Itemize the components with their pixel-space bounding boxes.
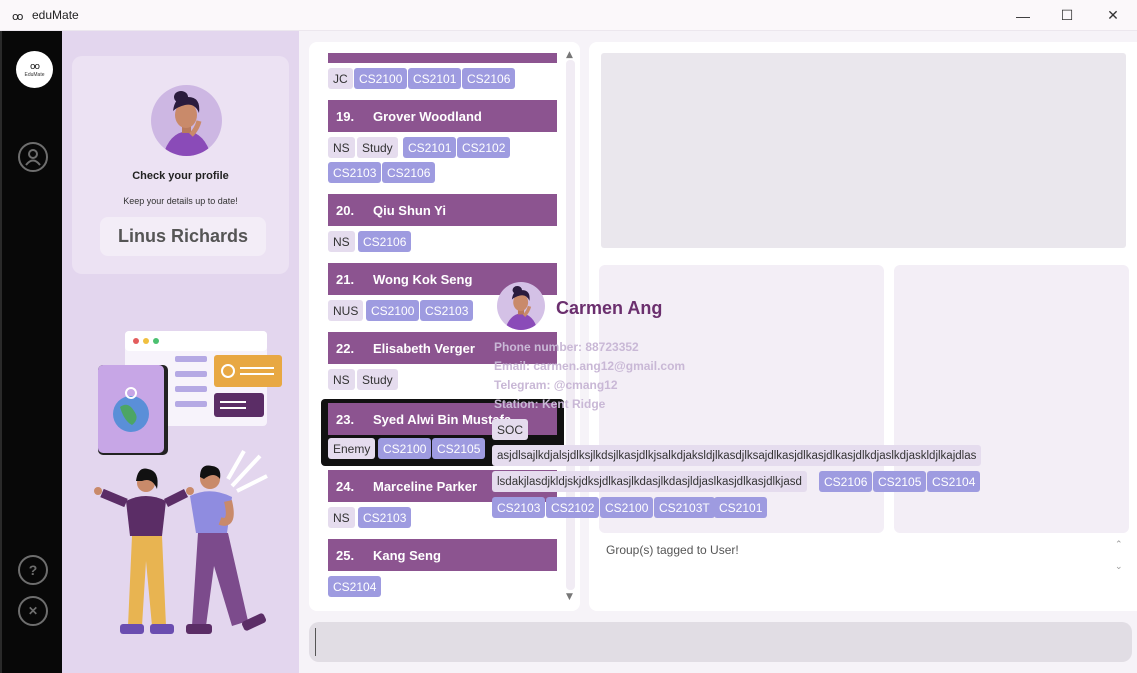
list-item-name: Wong Kok Seng (373, 271, 473, 287)
list-item-name: Grover Woodland (373, 108, 482, 124)
tag: Enemy (328, 438, 376, 459)
tag: CS2103 (420, 300, 474, 321)
close-button[interactable]: ✕ (1090, 0, 1136, 31)
list-item-index: 24. (336, 478, 355, 494)
list-item-index: 19. (336, 108, 355, 124)
tag: CS2105 (873, 471, 927, 492)
tag: NUS (328, 300, 364, 321)
tag: CS2103 (328, 162, 382, 183)
logo-text: EduMate (24, 71, 45, 78)
glasses-icon: oo (29, 61, 40, 72)
list-item-index: 25. (336, 547, 355, 563)
list-item-index: 22. (336, 340, 355, 356)
tag: CS2100 (600, 497, 654, 518)
user-name-button[interactable]: Linus Richards (100, 217, 266, 256)
help-icon[interactable]: ? (18, 555, 48, 585)
tag: CS2106 (382, 162, 436, 183)
tag: NS (328, 507, 355, 528)
tag: CS2101 (714, 497, 768, 518)
tag: CS2102 (546, 497, 600, 518)
detail-telegram: Telegram: @cmang12 (494, 378, 618, 392)
tag: NS (328, 231, 355, 252)
list-item-name: Qiu Shun Yi (373, 202, 446, 218)
detail-email: Email: carmen.ang12@gmail.com (494, 359, 686, 373)
minimize-button[interactable]: — (1000, 0, 1046, 31)
window-title: eduMate (32, 8, 79, 22)
list-item-name: Kang Seng (373, 547, 441, 563)
detail-name: Carmen Ang (556, 298, 663, 318)
tag: CS2104 (328, 576, 382, 597)
tag: CS2106 (358, 231, 412, 252)
chevron-up-icon[interactable]: ⌃ (1115, 540, 1123, 550)
detail-avatar (497, 282, 545, 330)
list-item-name: Syed Alwi Bin Mustafa (373, 411, 512, 427)
tag: CS2100 (378, 438, 432, 459)
list-item-name: Elisabeth Verger (373, 340, 475, 356)
list-item-index: 20. (336, 202, 355, 218)
illustration (94, 331, 282, 634)
profile-icon[interactable] (18, 142, 48, 172)
tag: lsdakjlasdjkldjskjdksjdlkasjlkdasjlkdasj… (492, 471, 807, 492)
tag: CS2100 (354, 68, 408, 89)
profile-card: Check your profile Keep your details up … (72, 56, 289, 274)
tag: asjdlsajlkdjalsjdlksjlkdsjlkasjdlkjsalkd… (492, 445, 982, 466)
tag: CS2106 (819, 471, 873, 492)
tag: CS2101 (408, 68, 462, 89)
list-item-header[interactable]: 19. Grover Woodland (328, 100, 557, 132)
image-placeholder (601, 53, 1126, 248)
tag: JC (328, 68, 353, 89)
list-item-header[interactable]: 20. Qiu Shun Yi (328, 194, 557, 226)
tag: Study (357, 369, 398, 390)
tag: CS2103T (654, 497, 715, 518)
list-header-partial (328, 53, 557, 63)
title-bar: oo eduMate — ☐ ✕ (0, 0, 1137, 31)
command-bar (309, 622, 1132, 662)
glasses-icon: oo (12, 10, 24, 23)
profile-panel: Check your profile Keep your details up … (62, 31, 299, 673)
tag: CS2106 (462, 68, 516, 89)
tag: CS2104 (927, 471, 981, 492)
profile-subheading: Keep your details up to date! (123, 196, 238, 206)
tag: CS2101 (403, 137, 457, 158)
tag: Study (357, 137, 398, 158)
list-item-header[interactable]: 25. Kang Seng (328, 539, 557, 571)
tag: SOC (492, 419, 529, 440)
tag: NS (328, 369, 355, 390)
tag: CS2102 (457, 137, 511, 158)
groups-label: Group(s) tagged to User! (606, 543, 739, 557)
tag: CS2103 (358, 507, 412, 528)
maximize-button[interactable]: ☐ (1044, 0, 1090, 31)
profile-heading: Check your profile (132, 170, 229, 182)
tag: CS2100 (366, 300, 420, 321)
chevron-down-icon[interactable]: ▼ (566, 592, 573, 602)
detail-phone: Phone number: 88723352 (494, 340, 639, 354)
info-card-secondary (894, 265, 1129, 533)
chevron-down-icon[interactable]: ⌄ (1115, 562, 1123, 572)
detail-station: Station: Kent Ridge (494, 397, 606, 411)
list-item-name: Marceline Parker (373, 478, 478, 494)
chevron-up-icon[interactable]: ▲ (566, 50, 573, 60)
app-logo[interactable]: oo EduMate (16, 51, 53, 88)
tag: CS2103 (492, 497, 546, 518)
list-item-index: 23. (336, 411, 355, 427)
tag: NS (328, 137, 355, 158)
command-input[interactable] (315, 628, 1126, 656)
exit-icon[interactable]: ✕ (18, 596, 48, 626)
nav-sidebar: oo EduMate ? ✕ (0, 31, 62, 673)
list-item-index: 21. (336, 271, 355, 287)
tag: CS2105 (432, 438, 486, 459)
avatar (151, 85, 222, 156)
